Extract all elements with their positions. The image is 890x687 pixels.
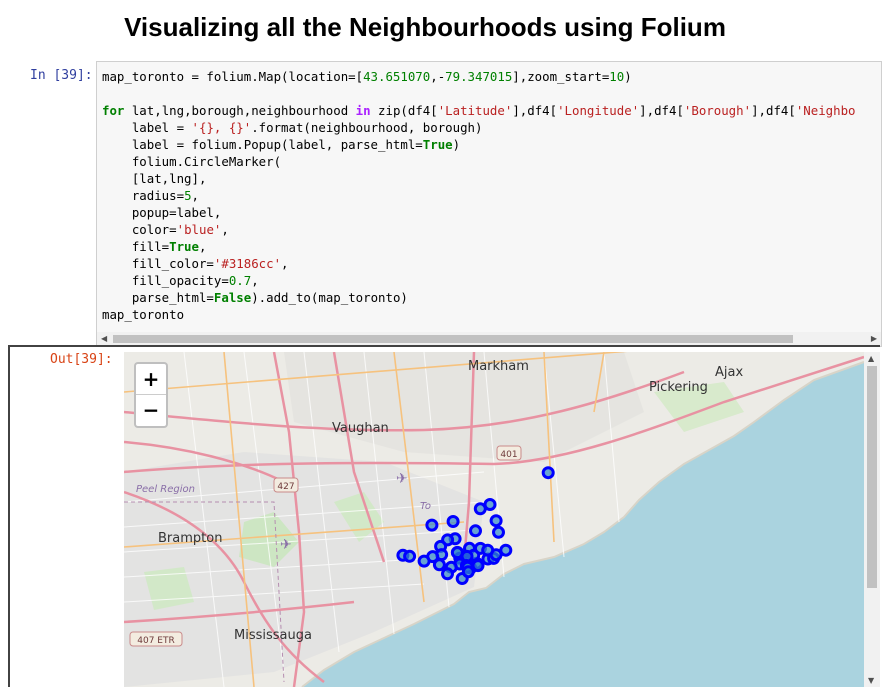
neighbourhood-marker[interactable] <box>541 466 555 480</box>
neighbourhood-marker[interactable] <box>481 543 495 557</box>
neighbourhood-marker[interactable] <box>417 554 431 568</box>
scroll-down-arrow-icon[interactable]: ▼ <box>868 676 874 685</box>
airport-icon: ✈ <box>280 537 292 553</box>
neighbourhood-marker[interactable] <box>492 525 505 539</box>
scroll-left-arrow-icon[interactable]: ◀ <box>101 334 107 343</box>
label-peel-region: Peel Region <box>136 484 195 495</box>
neighbourhood-marker[interactable] <box>403 549 417 563</box>
neighbourhood-marker[interactable] <box>473 502 487 516</box>
horizontal-scroll-thumb[interactable] <box>113 335 793 343</box>
neighbourhood-marker[interactable] <box>461 565 475 579</box>
label-ajax: Ajax <box>715 365 743 380</box>
scroll-up-arrow-icon[interactable]: ▲ <box>868 354 874 363</box>
folium-map[interactable]: ✈ ✈ 401 427 407 ETR Markham Pickering Aj… <box>124 352 864 687</box>
highway-shield-401: 401 <box>496 445 522 461</box>
neighbourhood-marker[interactable] <box>425 518 439 532</box>
label-mississauga: Mississauga <box>234 628 312 643</box>
input-prompt: In [39]: <box>30 68 93 83</box>
svg-text:407 ETR: 407 ETR <box>137 636 174 646</box>
svg-text:401: 401 <box>500 450 517 460</box>
highway-shield-427: 427 <box>273 477 299 493</box>
label-vaughan: Vaughan <box>332 421 389 436</box>
svg-text:427: 427 <box>277 482 294 492</box>
neighbourhood-marker[interactable] <box>469 524 482 538</box>
zoom-out-button[interactable]: − <box>136 395 166 425</box>
output-border <box>8 345 10 687</box>
vertical-scrollbar[interactable]: ▲ ▼ <box>864 352 880 687</box>
label-markham: Markham <box>468 359 529 374</box>
neighbourhood-marker[interactable] <box>471 559 485 573</box>
vertical-scroll-thumb[interactable] <box>867 366 877 588</box>
highway-shield-407: 407 ETR <box>129 631 183 647</box>
horizontal-scrollbar[interactable]: ◀ ▶ <box>97 332 881 346</box>
output-prompt: Out[39]: <box>50 352 113 367</box>
code-editor[interactable]: map_toronto = folium.Map(location=[43.65… <box>102 68 856 323</box>
scroll-right-arrow-icon[interactable]: ▶ <box>871 334 877 343</box>
map-tiles[interactable]: ✈ ✈ 401 427 407 ETR Markham Pickering Aj… <box>124 352 864 687</box>
label-brampton: Brampton <box>158 531 222 546</box>
code-cell[interactable]: map_toronto = folium.Map(location=[43.65… <box>96 61 882 347</box>
neighbourhood-marker[interactable] <box>489 514 503 528</box>
neighbourhood-marker[interactable] <box>446 515 460 528</box>
notebook-heading: Visualizing all the Neighbourhoods using… <box>124 12 726 42</box>
zoom-in-button[interactable]: + <box>136 364 166 395</box>
airport-icon: ✈ <box>396 471 408 487</box>
label-toronto: To <box>420 501 431 512</box>
output-divider <box>8 345 880 347</box>
zoom-control: + − <box>134 362 168 428</box>
label-pickering: Pickering <box>649 380 708 395</box>
neighbourhood-marker[interactable] <box>441 567 454 581</box>
neighbourhood-marker[interactable] <box>450 546 464 560</box>
